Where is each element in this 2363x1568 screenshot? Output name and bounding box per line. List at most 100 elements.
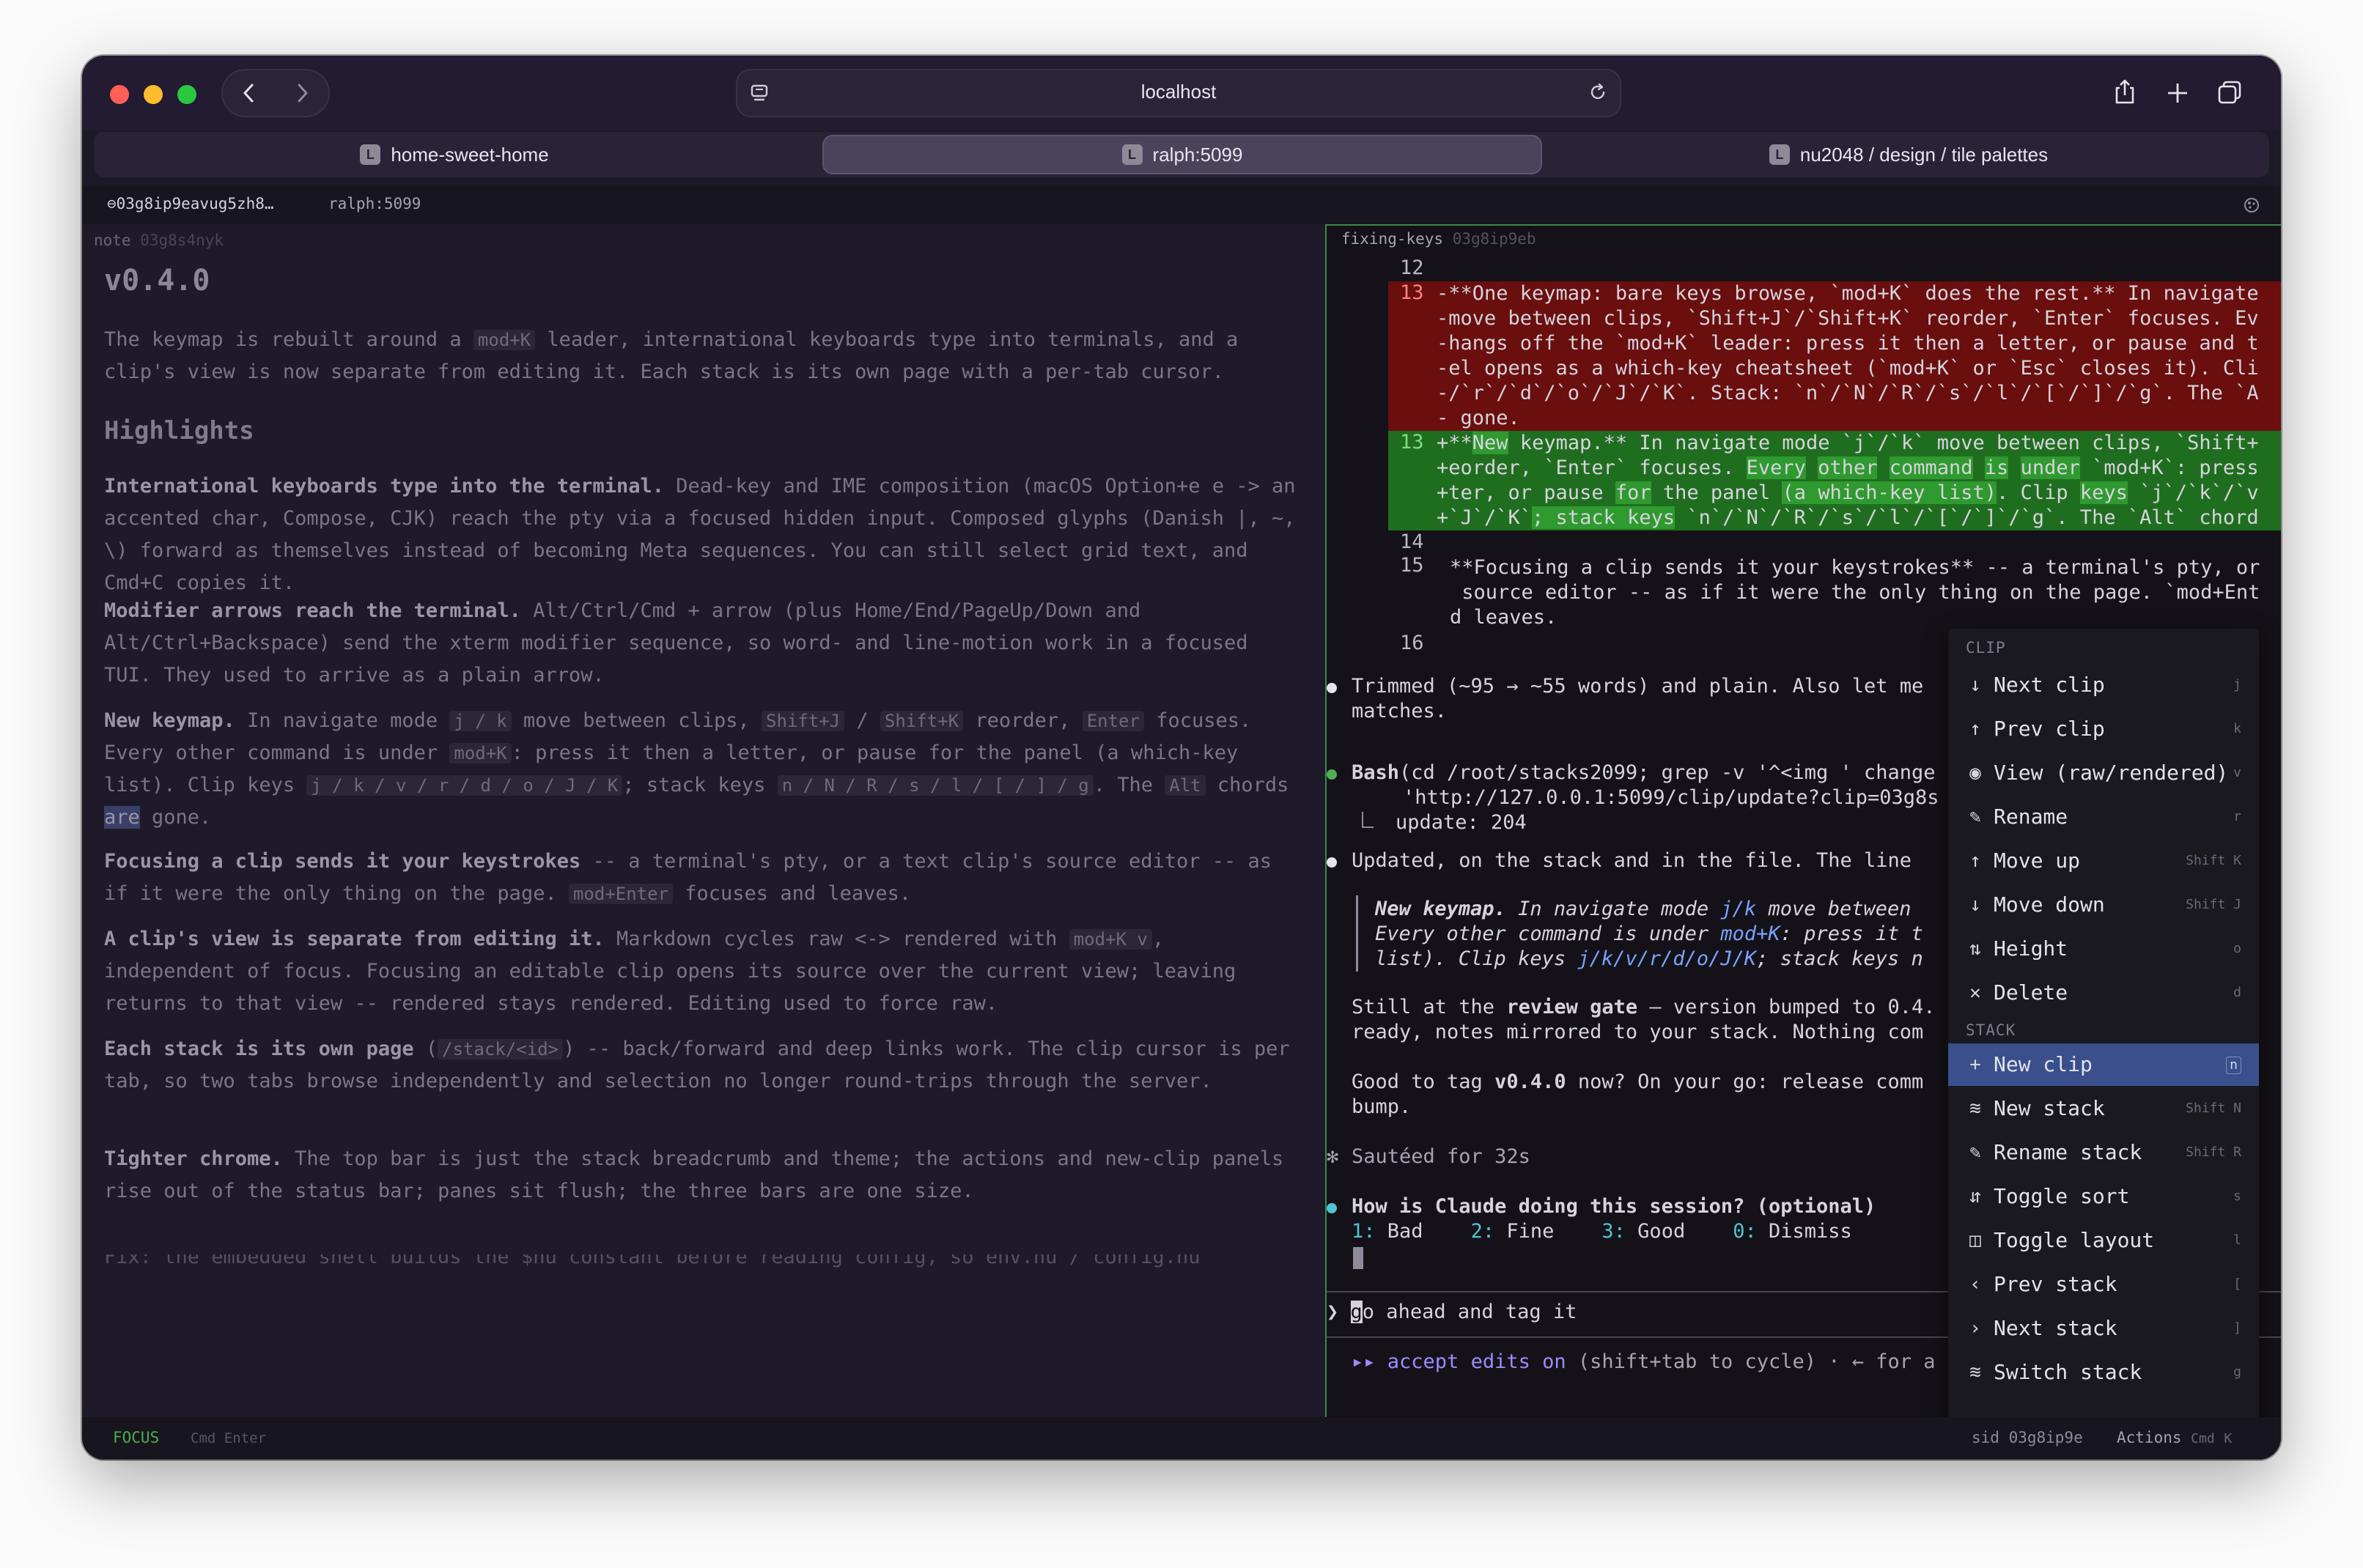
menu-item-toggle-layout[interactable]: ◫ Toggle layout l [1948,1219,2259,1262]
key-code: j / k / v / r / d / o / J / K [306,775,623,796]
survey-option[interactable]: Good [1626,1220,1685,1243]
quote-code: j/k/v/r/d/o/J/K [1577,947,1757,970]
prompt-input[interactable]: ❯ go ahead and tag it [1327,1300,1577,1325]
code-line: source editor -- as if it were the only … [1450,581,2260,604]
line-number: 14 [1400,530,1424,553]
tab-nu2048[interactable]: Lnu2048 / design / tile palettes [1548,135,2269,174]
note-pane[interactable]: note 03g8s4nyk v0.4.0 The keymap is rebu… [82,224,1324,1417]
menu-item-label: Prev clip [1994,717,2105,741]
clip-name: fixing-keys [1341,230,1444,248]
key-cap: K [2224,1431,2233,1446]
diff-highlight: New [1472,432,1508,454]
paragraph-bold: A clip's view is separate from editing i… [104,928,605,950]
tab-label: nu2048 / design / tile palettes [1799,144,2049,166]
menu-item-label: New clip [1994,1052,2093,1076]
back-button[interactable] [235,78,264,108]
menu-item-shortcut: Shift K [2186,853,2241,868]
diff-text: keymap.** In navigate mode `j`/`k` move … [1508,432,2259,454]
menu-item-shortcut: Shift J [2186,897,2241,912]
blockquote-line: list). Clip keys j/k/v/r/d/o/J/K; stack … [1375,947,1923,972]
message-text: Still at the [1352,996,1507,1018]
tab-home-sweet-home[interactable]: Lhome-sweet-home [94,135,815,174]
note-intro: The keymap is rebuilt around a mod+K lea… [104,328,1239,383]
address-bar[interactable]: localhost [736,69,1621,117]
survey-key[interactable]: 0: [1733,1220,1757,1243]
forward-button[interactable] [287,78,317,108]
menu-item-view[interactable]: ◉ View (raw/rendered) v [1948,752,2259,794]
tool-call: Bash(cd /root/stacks2099; grep -v '^<img… [1352,761,1936,785]
diff-highlight: keys [2079,481,2128,504]
note-paragraph: Modifier arrows reach the terminal. Alt/… [104,595,1306,692]
menu-item-new-clip[interactable]: + New clip n [1948,1043,2259,1086]
quote-code: mod+K [1720,922,1780,945]
menu-item-delete[interactable]: ✕ Delete d [1948,972,2259,1014]
zoom-window-button[interactable] [177,85,196,104]
menu-item-shortcut: g [2233,1364,2241,1380]
menu-item-height[interactable]: ⇅ Height o [1948,928,2259,970]
survey-option[interactable]: Dismiss [1757,1220,1852,1243]
mode-footer[interactable]: ▸▸ accept edits on (shift+tab to cycle) … [1352,1350,1936,1375]
assistant-message: Good to tag v0.4.0 now? On your go: rele… [1352,1070,1923,1095]
paragraph-bold: Tighter chrome. [104,1147,283,1170]
close-window-button[interactable] [110,85,129,104]
note-paragraph: International keyboards type into the te… [104,470,1306,599]
menu-item-shortcut: d [2233,985,2241,1000]
key-code: n / N / R / s / l / [ / ] / g [777,775,1094,796]
paragraph-text: In navigate mode [235,709,450,732]
pencil-icon: ✎ [1969,1142,1981,1164]
reload-icon[interactable] [1588,82,1610,104]
stack-breadcrumb[interactable]: ⊖03g8ip9eavug5zh8… [107,195,274,212]
theme-icon[interactable] [2243,196,2260,214]
menu-item-rename[interactable]: ✎ Rename r [1948,796,2259,838]
diff-text: +ter, or pause [1437,481,1615,504]
menu-item-shortcut: n [2226,1057,2241,1074]
menu-item-shortcut: j [2233,677,2241,692]
diff-highlight: under [2020,456,2080,479]
menu-item-prev-stack[interactable]: ‹ Prev stack [ [1948,1263,2259,1306]
assistant-message: ready, notes mirrored to your stack. Not… [1352,1021,1924,1043]
tab-ralph[interactable]: Lralph:5099 [822,135,1542,174]
survey-key[interactable]: 3: [1601,1220,1626,1243]
menu-item-toggle-sort[interactable]: ⇵ Toggle sort s [1948,1175,2259,1218]
prompt-text: o ahead and tag it [1362,1301,1577,1323]
message-text: Good to tag [1352,1070,1495,1093]
menu-heading-stack: STACK [1966,1021,2016,1039]
menu-item-move-up[interactable]: ↑ Move up Shift K [1948,840,2259,882]
menu-item-shortcut: l [2233,1232,2241,1248]
code-line: **Focusing a clip sends it your keystrok… [1450,556,2260,579]
menu-item-rename-stack[interactable]: ✎ Rename stack Shift R [1948,1131,2259,1174]
host-breadcrumb[interactable]: ralph:5099 [328,195,421,212]
menu-item-switch-stack[interactable]: ≋ Switch stack g [1948,1351,2259,1394]
survey-key[interactable]: 2: [1471,1220,1495,1243]
menu-item-prev-clip[interactable]: ↑ Prev clip k [1948,708,2259,750]
actions-button[interactable]: Actions Cmd K [2117,1429,2232,1446]
survey-option[interactable]: Fine [1494,1220,1554,1243]
new-tab-button[interactable] [2159,75,2196,111]
url-text: localhost [1140,81,1217,103]
blockquote-bar [1356,895,1358,972]
tool-command: (cd /root/stacks2099; grep -v '^<img ' c… [1399,761,1936,784]
survey-key[interactable]: 1: [1352,1220,1376,1243]
paragraph-text: ( [413,1038,438,1060]
arrow-up-icon: ↑ [1969,718,1981,740]
menu-item-next-stack[interactable]: › Next stack] [1948,1307,2259,1350]
share-button[interactable] [2106,75,2143,111]
survey-option[interactable]: Bad [1376,1220,1423,1243]
text-cursor [1353,1247,1363,1269]
key-code: mod+Enter [568,884,674,904]
menu-item-shortcut: o [2233,941,2241,956]
diff-line: +**New keymap.** In navigate mode `j`/`k… [1437,431,2259,456]
menu-item-shortcut: v [2233,765,2241,780]
menu-item-new-stack[interactable]: ≋ New stack Shift N [1948,1087,2259,1130]
share-icon [2115,79,2134,104]
menu-item-label: Move up [1994,848,2081,873]
blockquote-line: Every other command is under mod+K: pres… [1375,922,1923,947]
assistant-message: Still at the review gate — version bumpe… [1352,995,1936,1020]
menu-item-next-clip[interactable]: ↓ Next clip j [1948,664,2259,706]
minimize-window-button[interactable] [144,85,163,104]
paragraph-text: chords [1205,774,1289,796]
diff-highlight: (a which-key list) [1782,481,1997,504]
menu-item-label: Toggle layout [1994,1228,2155,1252]
tab-overview-button[interactable] [2212,75,2249,111]
menu-item-move-down[interactable]: ↓ Move down Shift J [1948,884,2259,926]
